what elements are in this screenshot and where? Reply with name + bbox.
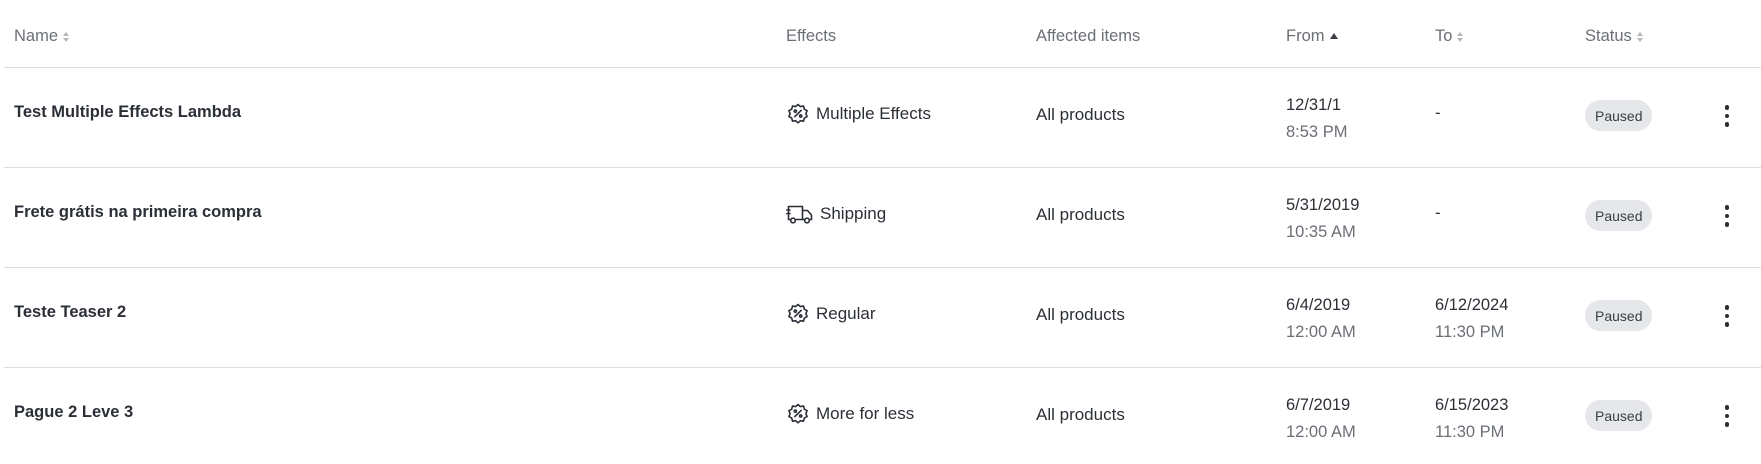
row-actions-menu-icon[interactable] [1718, 400, 1736, 432]
table-row[interactable]: Pague 2 Leve 3 More for less All product… [4, 368, 1761, 464]
effect-cell: Multiple Effects [786, 102, 931, 126]
row-actions-menu-icon[interactable] [1718, 100, 1736, 132]
effect-label: More for less [816, 404, 915, 423]
status-badge: Paused [1585, 300, 1653, 331]
sort-ascending-icon [1329, 33, 1338, 39]
column-header-name[interactable]: Name [14, 27, 70, 46]
promotions-table: Name Effects Affected items From To Stat… [0, 0, 1761, 464]
affected-items: All products [1036, 105, 1125, 124]
from-date: 12/31/1 [1286, 96, 1342, 114]
status-badge: Paused [1585, 200, 1653, 231]
from-datetime: 6/4/2019 12:00 AM [1286, 292, 1356, 346]
affected-items: All products [1036, 405, 1125, 424]
status-badge: Paused [1585, 100, 1653, 131]
percent-badge-icon [788, 403, 808, 424]
promotion-name[interactable]: Frete grátis na primeira compra [14, 203, 262, 222]
effect-label: Shipping [820, 204, 887, 223]
effect-cell: More for less [786, 402, 914, 426]
effect-cell: Regular [786, 302, 876, 326]
from-time: 10:35 AM [1286, 223, 1356, 241]
effect-cell: Shipping [786, 202, 886, 226]
percent-badge-icon [788, 303, 808, 324]
effect-label: Multiple Effects [816, 104, 931, 123]
affected-items: All products [1036, 205, 1125, 224]
to-date: - [1435, 204, 1441, 222]
promotion-name[interactable]: Test Multiple Effects Lambda [14, 103, 241, 122]
column-header-to[interactable]: To [1435, 27, 1464, 46]
effect-label: Regular [816, 304, 876, 323]
from-datetime: 12/31/1 8:53 PM [1286, 92, 1347, 146]
table-row[interactable]: Frete grátis na primeira compra Shipping… [4, 168, 1761, 268]
table-row[interactable]: Test Multiple Effects Lambda Multiple Ef… [4, 68, 1761, 168]
to-date: - [1435, 104, 1441, 122]
sort-icon [63, 32, 70, 42]
truck-icon [786, 205, 813, 224]
to-datetime: 6/15/2023 11:30 PM [1435, 392, 1508, 446]
percent-badge-icon [788, 103, 808, 124]
affected-items: All products [1036, 305, 1125, 324]
column-header-effects: Effects [786, 27, 837, 45]
column-header-affected-items: Affected items [1036, 27, 1141, 45]
to-date: 6/12/2024 [1435, 296, 1509, 314]
promotion-name[interactable]: Teste Teaser 2 [14, 303, 126, 322]
to-time: 11:30 PM [1435, 423, 1505, 441]
sort-icon [1457, 32, 1464, 42]
to-time: 11:30 PM [1435, 323, 1505, 341]
from-time: 12:00 AM [1286, 423, 1356, 441]
sort-icon [1636, 32, 1643, 42]
from-time: 8:53 PM [1286, 123, 1348, 141]
column-header-from[interactable]: From [1286, 27, 1338, 46]
row-actions-menu-icon[interactable] [1718, 300, 1736, 332]
table-header: Name Effects Affected items From To Stat… [4, 0, 1761, 68]
column-header-status[interactable]: Status [1585, 27, 1643, 46]
from-date: 5/31/2019 [1286, 196, 1360, 214]
from-date: 6/4/2019 [1286, 296, 1351, 314]
from-datetime: 6/7/2019 12:00 AM [1286, 392, 1356, 446]
from-date: 6/7/2019 [1286, 396, 1351, 414]
to-date: 6/15/2023 [1435, 396, 1509, 414]
from-datetime: 5/31/2019 10:35 AM [1286, 192, 1359, 246]
to-datetime: 6/12/2024 11:30 PM [1435, 292, 1508, 346]
from-time: 12:00 AM [1286, 323, 1356, 341]
row-actions-menu-icon[interactable] [1718, 200, 1736, 232]
promotion-name[interactable]: Pague 2 Leve 3 [14, 403, 133, 422]
table-row[interactable]: Teste Teaser 2 Regular All products 6/4/… [4, 268, 1761, 368]
status-badge: Paused [1585, 400, 1653, 431]
